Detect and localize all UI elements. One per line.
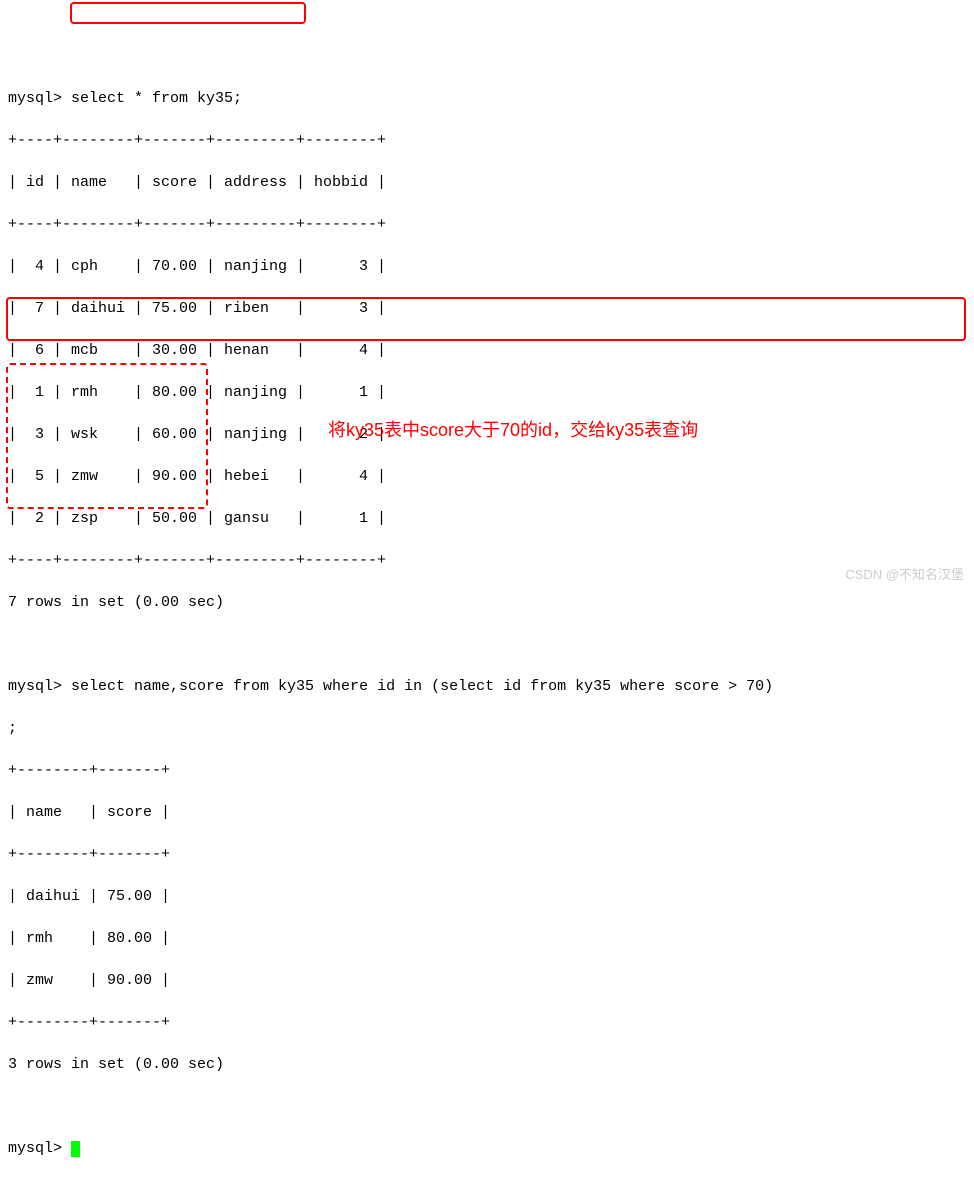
query-1: select * from ky35; (71, 90, 242, 107)
table2-row: | zmw | 90.00 | (8, 970, 966, 991)
query-2-line1: select name,score from ky35 where id in … (71, 678, 773, 695)
query-2-line2: ; (8, 718, 966, 739)
mysql-prompt: mysql> (8, 90, 71, 107)
table1-row: | 2 | zsp | 50.00 | gansu | 1 | (8, 508, 966, 529)
table1-header-row: | id | name | score | address | hobbid | (8, 172, 966, 193)
mysql-prompt: mysql> (8, 678, 71, 695)
blank-line (8, 634, 966, 655)
prompt-line-1: mysql> select * from ky35; (8, 88, 966, 109)
highlight-query1 (70, 2, 306, 24)
highlight-table2 (6, 363, 208, 509)
table2-border-mid: +--------+-------+ (8, 844, 966, 865)
prompt-line-2: mysql> select name,score from ky35 where… (8, 676, 966, 697)
watermark: CSDN @不知名汉堡 (845, 566, 964, 584)
table1-border-mid: +----+--------+-------+---------+-------… (8, 214, 966, 235)
cursor-icon[interactable] (71, 1141, 80, 1157)
mysql-prompt: mysql> (8, 1140, 71, 1157)
result-2: 3 rows in set (0.00 sec) (8, 1054, 966, 1075)
table1-border-bot: +----+--------+-------+---------+-------… (8, 550, 966, 571)
table2-border-bot: +--------+-------+ (8, 1012, 966, 1033)
blank-line (8, 1096, 966, 1117)
table1-row: | 6 | mcb | 30.00 | henan | 4 | (8, 340, 966, 361)
table1-border-top: +----+--------+-------+---------+-------… (8, 130, 966, 151)
annotation-text: 将ky35表中score大于70的id，交给ky35表查询 (328, 418, 698, 443)
table1-row: | 4 | cph | 70.00 | nanjing | 3 | (8, 256, 966, 277)
highlight-query2 (6, 297, 966, 341)
result-1: 7 rows in set (0.00 sec) (8, 592, 966, 613)
prompt-line-3[interactable]: mysql> (8, 1138, 966, 1159)
table2-row: | rmh | 80.00 | (8, 928, 966, 949)
table2-border-top: +--------+-------+ (8, 760, 966, 781)
table2-header-row: | name | score | (8, 802, 966, 823)
table2-row: | daihui | 75.00 | (8, 886, 966, 907)
